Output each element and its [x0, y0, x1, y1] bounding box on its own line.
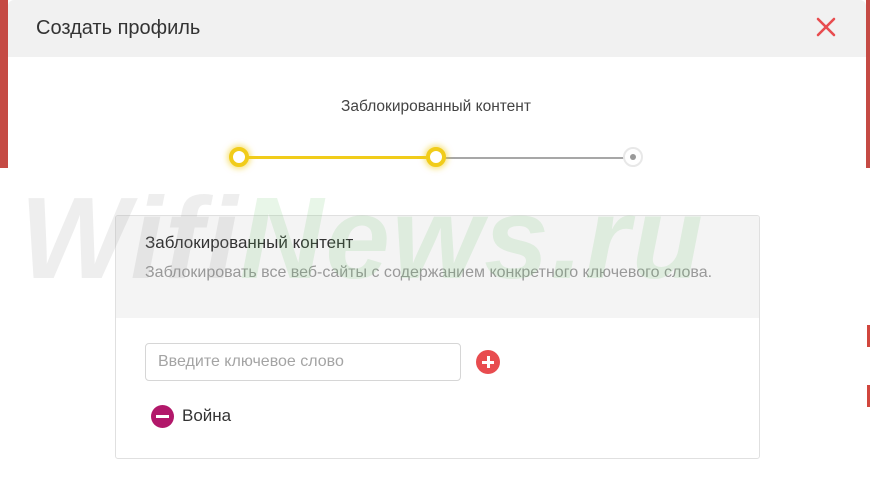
close-button[interactable] [814, 14, 838, 40]
close-icon [816, 17, 836, 37]
keyword-list-item: Война [151, 404, 231, 428]
profile-stepper: Заблокированный контент [8, 57, 866, 187]
modal-header: Создать профиль [8, 0, 866, 57]
create-profile-modal: Создать профиль Заблокированный контент … [8, 0, 866, 500]
remove-keyword-button[interactable] [151, 404, 174, 428]
step-3-dot [623, 147, 643, 167]
step-1-dot [229, 147, 249, 167]
keyword-text: Война [182, 406, 232, 425]
stepper-progress-line [238, 156, 434, 159]
add-keyword-button[interactable] [476, 350, 500, 374]
modal-title: Создать профиль [36, 17, 201, 39]
card-header: Заблокированный контент Заблокировать вс… [116, 216, 759, 318]
card-title: Заблокированный контент [145, 233, 354, 252]
step-2-dot [426, 147, 446, 167]
stepper-remaining-line [434, 157, 632, 159]
keyword-input[interactable] [145, 343, 461, 381]
backdrop-header-left [0, 0, 8, 168]
current-step-label: Заблокированный контент [341, 98, 531, 115]
backdrop-header-right [866, 0, 870, 168]
blocked-content-card: Заблокированный контент Заблокировать вс… [115, 215, 760, 459]
card-description: Заблокировать все веб-сайты с содержание… [145, 264, 713, 281]
